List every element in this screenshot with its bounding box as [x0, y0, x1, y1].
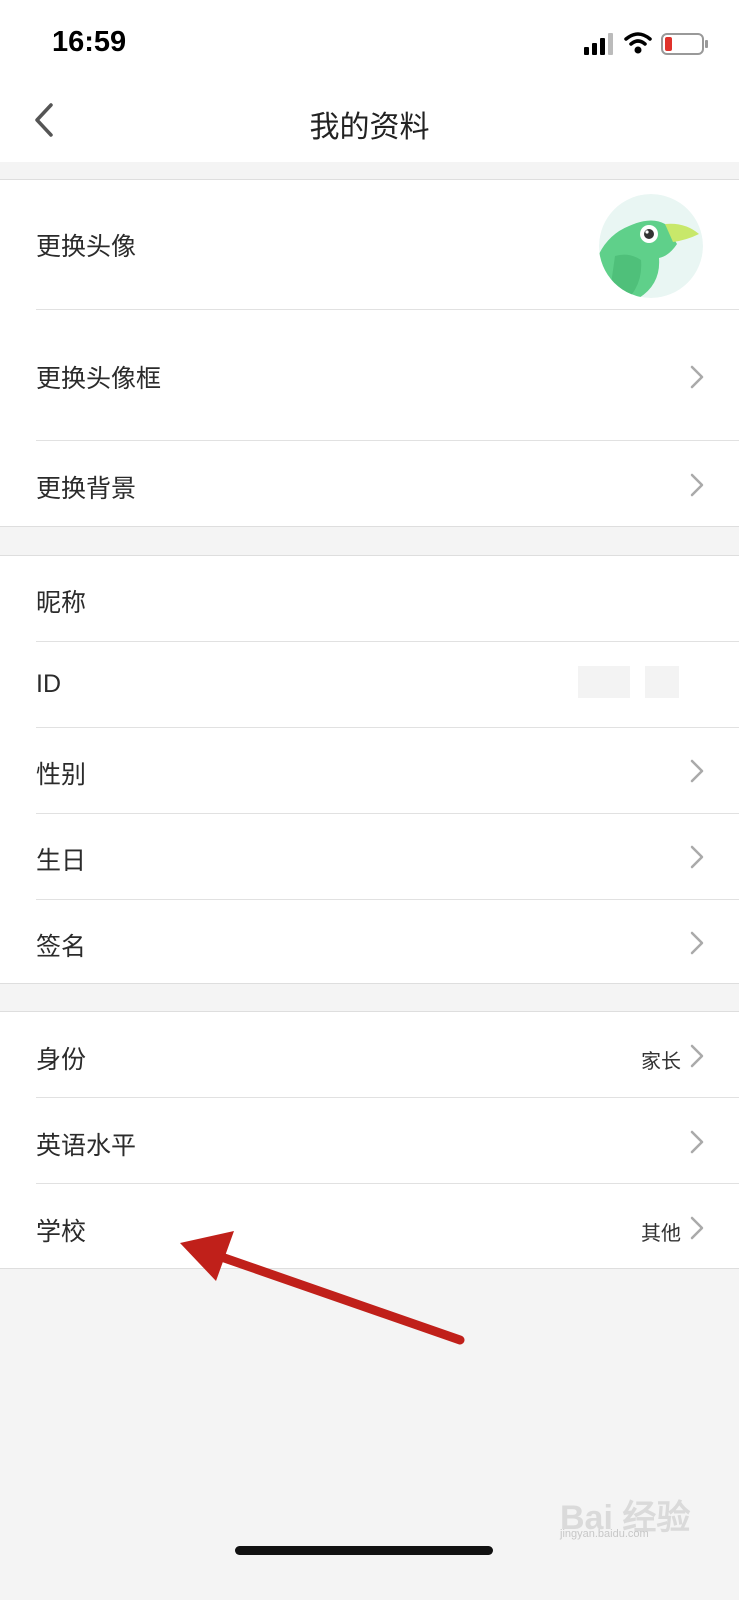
gender-label: 性别 [36, 761, 87, 789]
chevron-right-icon [690, 1216, 704, 1240]
chevron-right-icon [690, 365, 704, 389]
basic-info-group: 昵称 ID 性别 生日 签名 [0, 555, 739, 984]
signature-row[interactable]: 签名 [0, 900, 739, 984]
birthday-row[interactable]: 生日 [0, 814, 739, 900]
navigation-bar: 我的资料 [0, 82, 739, 162]
annotation-arrow-icon [180, 1231, 465, 1345]
signature-label: 签名 [36, 933, 87, 961]
battery-low-icon [661, 33, 708, 55]
birthday-label: 生日 [36, 847, 87, 875]
chevron-right-icon [690, 473, 704, 497]
change-background-row[interactable]: 更换背景 [0, 441, 739, 527]
chevron-right-icon [690, 1044, 704, 1068]
wifi-icon [624, 32, 652, 54]
cellular-signal-icon [584, 33, 613, 55]
id-value-redacted [645, 666, 679, 698]
identity-row[interactable]: 身份 家长 [0, 1012, 739, 1098]
change-background-label: 更换背景 [36, 475, 137, 503]
nickname-label: 昵称 [36, 589, 87, 617]
home-indicator[interactable] [235, 1546, 493, 1555]
id-value-redacted [578, 666, 630, 698]
chevron-right-icon [690, 931, 704, 955]
change-avatar-row[interactable]: 更换头像 [0, 180, 739, 310]
identity-label: 身份 [36, 1046, 87, 1074]
watermark-url: jingyan.baidu.com [560, 1528, 649, 1540]
page-title: 我的资料 [309, 111, 430, 144]
parrot-avatar-icon [599, 194, 703, 298]
id-row: ID [0, 642, 739, 728]
baidu-jingyan-watermark: Bai 经验 jingyan.baidu.com [560, 1490, 730, 1540]
english-level-row[interactable]: 英语水平 [0, 1098, 739, 1184]
nickname-row[interactable]: 昵称 [0, 556, 739, 642]
gender-row[interactable]: 性别 [0, 728, 739, 814]
chevron-right-icon [690, 845, 704, 869]
school-value: 其他 [641, 1223, 681, 1245]
change-avatar-frame-label: 更换头像框 [36, 365, 162, 393]
avatar[interactable] [599, 194, 703, 298]
chevron-right-icon [690, 1130, 704, 1154]
appearance-settings-group: 更换头像 更换头像框 更换背景 [0, 179, 739, 527]
status-time: 16:59 [52, 26, 127, 58]
profile-screen: 16:59 我的资料 更换头像 更换头像框 更换背景 昵称 ID 性别 生日 签… [0, 0, 739, 1600]
school-label: 学校 [36, 1218, 87, 1246]
change-avatar-frame-row[interactable]: 更换头像框 [0, 310, 739, 441]
english-level-label: 英语水平 [36, 1132, 137, 1160]
chevron-right-icon [690, 759, 704, 783]
identity-value: 家长 [641, 1051, 681, 1073]
change-avatar-label: 更换头像 [36, 233, 137, 261]
status-bar: 16:59 [0, 0, 739, 82]
id-label: ID [36, 670, 61, 698]
